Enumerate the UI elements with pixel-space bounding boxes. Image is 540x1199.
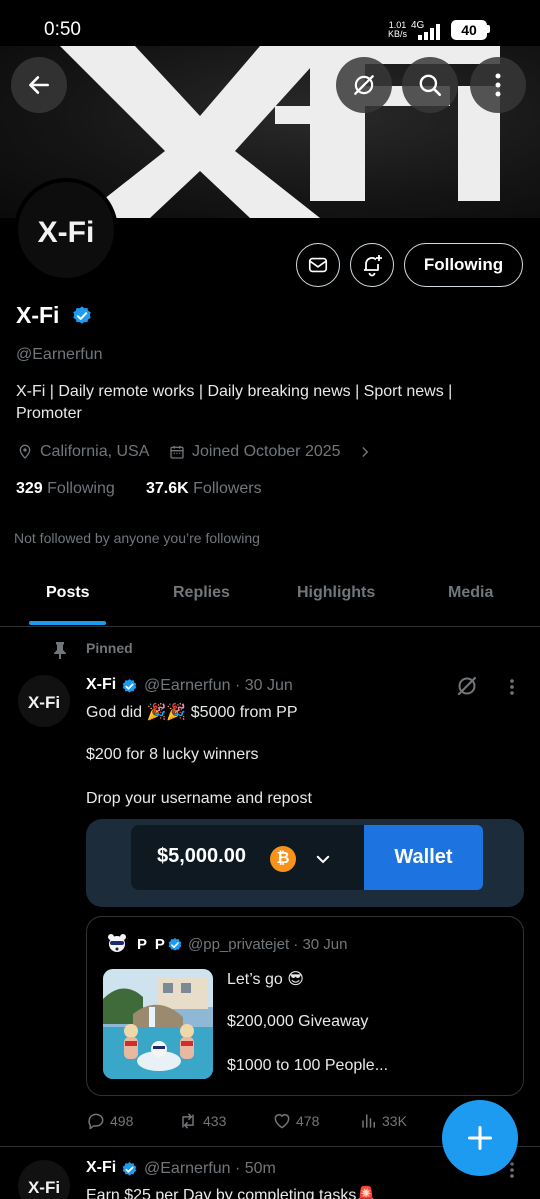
back-button[interactable] <box>11 57 67 113</box>
followers-label: Followers <box>193 480 262 497</box>
avatar-logo: X-Fi <box>28 693 60 712</box>
notifications-button[interactable] <box>350 243 394 287</box>
quoted-author-name: P P <box>137 936 167 953</box>
svg-text:X-Fi: X-Fi <box>38 216 95 249</box>
grok-button[interactable] <box>336 57 392 113</box>
post-text-line: God did 🎉🎉 $5000 from PP <box>86 704 298 721</box>
quoted-post-image <box>103 969 213 1079</box>
profile-avatar[interactable]: X-Fi <box>14 178 118 282</box>
wallet-button: Wallet <box>364 825 483 890</box>
pool-photo <box>103 969 213 1079</box>
followers-count: 37.6K <box>146 480 189 497</box>
post-author-name[interactable]: X-Fi <box>86 676 116 694</box>
following-count: 329 <box>16 480 43 497</box>
post-author-name[interactable]: X-Fi <box>86 1159 116 1177</box>
verified-badge-icon <box>122 679 137 693</box>
wallet-amount: $5,000.00 <box>157 845 246 867</box>
post-handle-time[interactable]: @Earnerfun · 30 Jun <box>144 677 293 695</box>
status-time: 0:50 <box>44 19 81 40</box>
repost-count: 433 <box>203 1113 227 1129</box>
grok-icon <box>354 75 374 95</box>
svg-text:X-Fi: X-Fi <box>28 1178 60 1197</box>
repost-button[interactable]: 433 <box>177 1110 226 1132</box>
search-button[interactable] <box>402 57 458 113</box>
quoted-post[interactable]: P P @pp_privatejet · 30 Jun Let’s go 😎 $… <box>86 916 524 1096</box>
like-button[interactable]: 478 <box>272 1110 319 1132</box>
search-icon <box>419 74 442 97</box>
bitcoin-icon: ₿ <box>270 846 296 872</box>
grok-icon[interactable] <box>455 674 479 698</box>
post-avatar[interactable]: X-Fi <box>18 1160 70 1199</box>
pinned-label: Pinned <box>86 640 133 656</box>
quoted-text-line: $200,000 Giveaway <box>227 1013 369 1030</box>
bear-avatar-icon <box>108 934 126 952</box>
plus-icon <box>467 1125 493 1151</box>
more-vertical-icon[interactable] <box>505 677 519 697</box>
reply-icon <box>88 1113 104 1130</box>
quoted-text-line: Let’s go 😎 <box>227 971 304 988</box>
avatar-logo: X-Fi <box>38 216 95 249</box>
not-followed-notice: Not followed by anyone you’re following <box>14 530 260 546</box>
more-options-button[interactable] <box>470 57 526 113</box>
tab-media[interactable]: Media <box>448 584 493 602</box>
svg-text:X-Fi: X-Fi <box>28 693 60 712</box>
heart-icon <box>274 1114 290 1129</box>
signal-icon <box>418 24 440 40</box>
following-count-link[interactable]: 329 Following <box>16 480 115 498</box>
tab-highlights[interactable]: Highlights <box>297 584 375 602</box>
post-text-line: Earn $25 per Day by completing tasks🚨 <box>86 1187 377 1199</box>
followers-count-link[interactable]: 37.6K Followers <box>146 480 262 498</box>
profile-location: California, USA <box>40 443 150 460</box>
chevron-down-icon <box>316 855 330 864</box>
calendar-icon <box>170 446 184 459</box>
battery-indicator: 40 <box>451 20 487 40</box>
repost-icon <box>182 1113 194 1129</box>
compose-post-button[interactable] <box>442 1100 518 1176</box>
location-icon <box>19 444 31 459</box>
post-text-line: Drop your username and repost <box>86 790 312 807</box>
following-button[interactable]: Following <box>404 243 523 287</box>
quoted-avatar <box>103 929 131 957</box>
active-tab-indicator <box>29 621 106 625</box>
views-button[interactable]: 33K <box>360 1110 407 1132</box>
verified-badge-icon <box>73 306 91 324</box>
post-media-image[interactable]: $5,000.00 ₿ Wallet <box>86 819 524 907</box>
reply-button[interactable]: 498 <box>86 1110 133 1132</box>
battery-tip <box>487 25 490 33</box>
pin-icon <box>54 642 66 659</box>
profile-joined-date[interactable]: Joined October 2025 <box>192 443 341 461</box>
more-vertical-icon <box>495 73 501 97</box>
profile-handle: @Earnerfun <box>16 346 103 363</box>
quoted-text-line: $1000 to 100 People... <box>227 1057 389 1074</box>
bell-plus-icon <box>364 255 382 277</box>
profile-bio: X-Fi | Daily remote works | Daily breaki… <box>16 383 453 422</box>
quoted-handle-time: @pp_privatejet · 30 Jun <box>188 936 348 953</box>
status-bar: 0:50 1.01 KB/s 4G 40 <box>0 0 540 46</box>
message-button[interactable] <box>296 243 340 287</box>
like-count: 478 <box>296 1113 320 1129</box>
tab-replies[interactable]: Replies <box>173 584 230 602</box>
following-label: Following <box>47 480 115 497</box>
arrow-left-icon <box>29 76 49 94</box>
post-text-line: $200 for 8 lucky winners <box>86 746 259 763</box>
chevron-right-icon[interactable] <box>358 445 372 459</box>
post-handle-time[interactable]: @Earnerfun · 50m <box>144 1160 276 1178</box>
analytics-icon <box>362 1114 375 1128</box>
profile-display-name: X-Fi <box>16 302 60 328</box>
post-avatar[interactable]: X-Fi <box>18 675 70 727</box>
reply-count: 498 <box>110 1113 134 1129</box>
avatar-logo: X-Fi <box>28 1178 60 1197</box>
verified-badge-icon <box>122 1162 137 1176</box>
tab-posts[interactable]: Posts <box>46 584 90 602</box>
verified-badge-icon <box>168 938 182 951</box>
views-count: 33K <box>382 1113 407 1129</box>
mail-icon <box>308 257 328 273</box>
network-speed: 1.01 KB/s <box>388 20 408 39</box>
profile-tabs: Posts Replies Highlights Media <box>0 570 540 627</box>
